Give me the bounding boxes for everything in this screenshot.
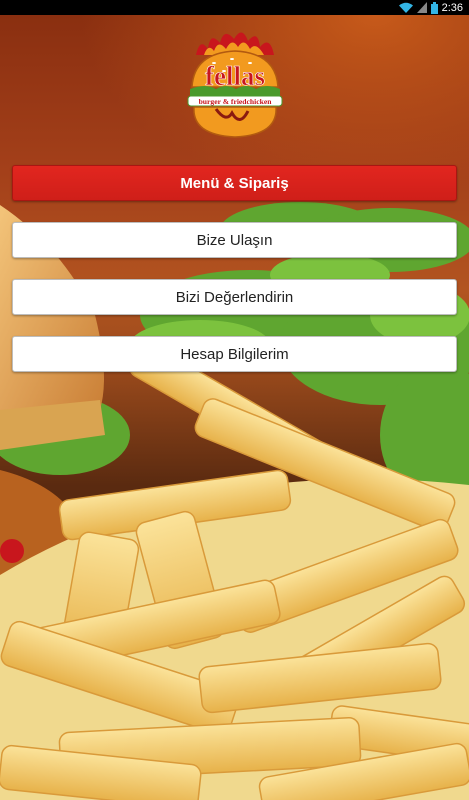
status-bar: 2:36	[0, 0, 469, 15]
account-info-label: Hesap Bilgilerim	[180, 345, 289, 363]
account-info-button[interactable]: Hesap Bilgilerim	[12, 336, 457, 372]
rate-us-button[interactable]: Bizi Değerlendirin	[12, 279, 457, 315]
battery-icon	[430, 1, 438, 14]
rate-us-label: Bizi Değerlendirin	[175, 288, 294, 306]
signal-icon	[416, 2, 427, 13]
contact-us-button[interactable]: Bize Ulaşın	[12, 222, 457, 258]
status-time: 2:36	[441, 1, 463, 14]
wifi-icon	[398, 2, 413, 13]
menu-order-button[interactable]: Menü & Sipariş	[12, 165, 457, 201]
contact-us-label: Bize Ulaşın	[196, 231, 273, 249]
menu-order-label: Menü & Sipariş	[180, 174, 289, 192]
brand-name: fellas	[205, 61, 265, 91]
brand-tagline: burger & friedchicken	[199, 97, 273, 106]
fellas-logo: fellas burger & friedchicken	[187, 32, 283, 138]
app-screen: fellas burger & friedchicken Menü & Sipa…	[0, 15, 469, 800]
